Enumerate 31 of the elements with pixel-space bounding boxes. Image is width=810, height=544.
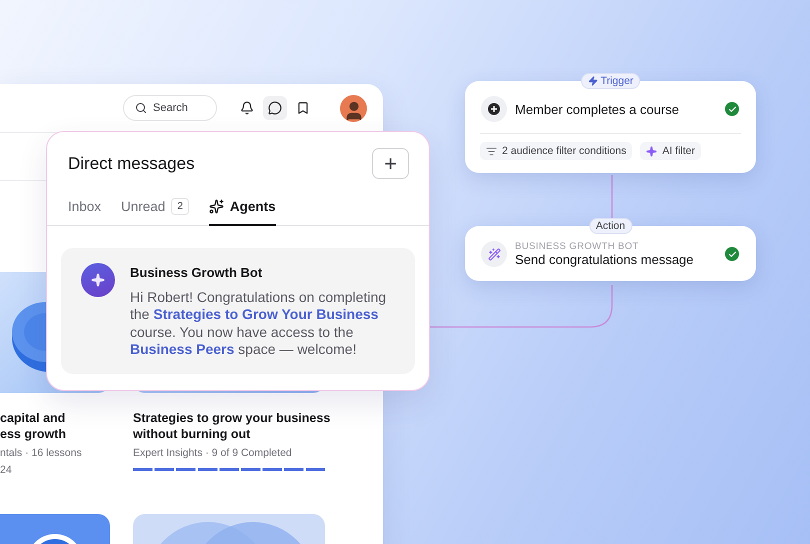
trigger-title: Member completes a course — [515, 102, 680, 116]
avatar[interactable] — [340, 94, 367, 122]
bot-avatar — [81, 263, 115, 297]
sender-name: Business Growth Bot — [130, 265, 264, 280]
search-field[interactable]: Search — [123, 95, 217, 122]
wand-icon — [481, 241, 507, 267]
plus-circle-icon — [481, 96, 507, 122]
action-title: Send congratulations message — [515, 252, 695, 267]
tab[interactable]: Agents — [208, 191, 276, 226]
course-title: Strategies to grow your business without burning out — [133, 410, 330, 442]
course-meta: Expert Insights · 9 of 9 Completed — [133, 447, 293, 459]
chat-icon[interactable] — [263, 96, 287, 120]
search-icon — [135, 102, 147, 114]
filter-icon — [486, 146, 497, 156]
bot-label: BUSINESS GROWTH BOT — [515, 241, 640, 252]
course-meta: ntals · 16 lessons — [0, 447, 83, 459]
sparkles-icon — [208, 199, 224, 214]
new-message-button[interactable]: + — [372, 148, 409, 179]
message-card[interactable]: Business Growth Bot Hi Robert! Congratulations on completing the Strategies to Grow Your Business course. You now have access to the Business Peers space — welcome! — [61, 248, 415, 374]
sparkle-icon — [646, 146, 658, 156]
tab[interactable]: Inbox — [68, 191, 102, 226]
course-meta: 24 — [0, 464, 13, 476]
panel-title: Direct messages — [68, 154, 195, 174]
action-badge: Action — [588, 218, 632, 234]
filter-chip[interactable]: 2 audience filter conditions — [480, 142, 632, 160]
message-text: Hi Robert! Congratulations on completing the Strategies to Grow Your Business course. You now have access to the Business Peers space — welcome! — [130, 289, 388, 358]
trigger-badge: Trigger — [580, 73, 640, 89]
count-badge: 2 — [171, 198, 189, 215]
filter-chip[interactable]: AI filter — [640, 142, 702, 160]
course-title: capital and ess growth — [0, 410, 66, 442]
tab[interactable]: Unread 2 — [121, 191, 189, 226]
